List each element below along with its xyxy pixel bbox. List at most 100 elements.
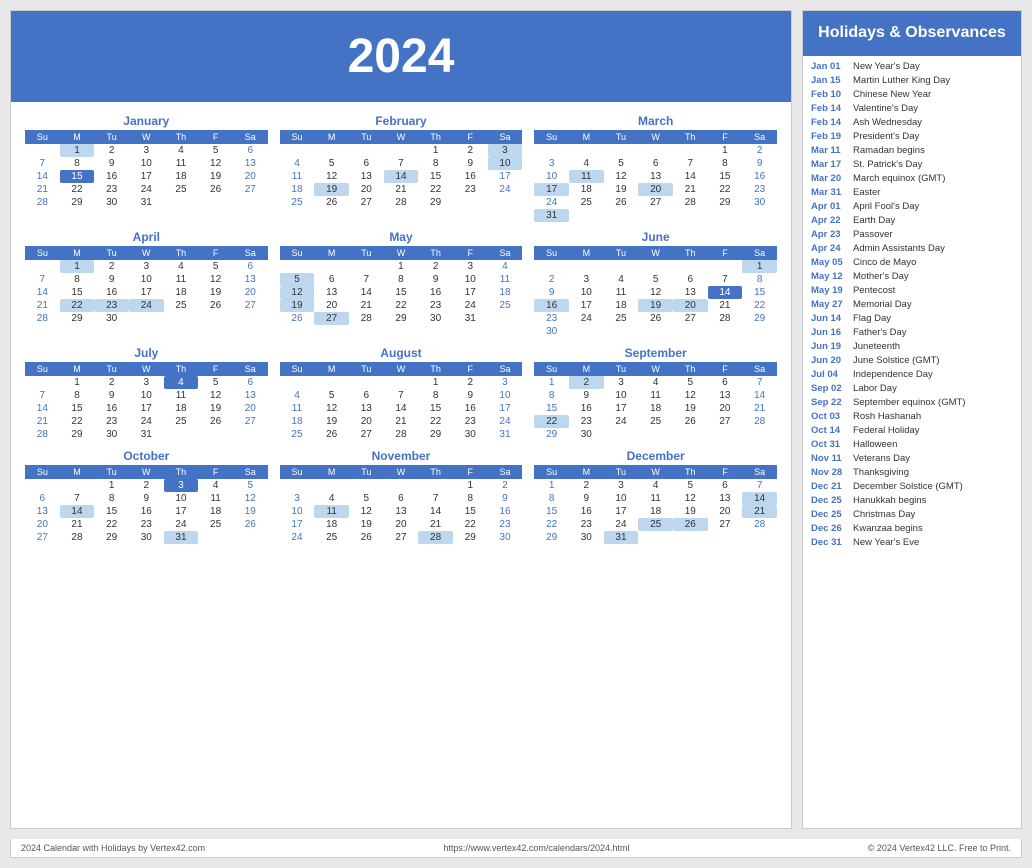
calendar-day: 5 [314, 157, 349, 170]
calendar-table: SuMTuWThFSa12345678910111213141516171819… [534, 465, 777, 544]
weekday-header: Th [418, 130, 453, 144]
calendar-day: 9 [488, 492, 523, 505]
weekday-header: Th [418, 465, 453, 479]
calendar-day: 17 [453, 286, 488, 299]
calendar-day: 28 [742, 415, 777, 428]
calendar-day: 13 [233, 273, 268, 286]
calendar-day: 25 [604, 312, 639, 325]
calendar-day: 11 [604, 286, 639, 299]
weekday-header: Su [25, 362, 60, 376]
calendar-day [638, 144, 673, 157]
calendar-day: 13 [233, 389, 268, 402]
calendar-day: 9 [94, 157, 129, 170]
calendar-day: 31 [129, 196, 164, 209]
calendar-day: 2 [569, 376, 604, 389]
calendar-day: 6 [349, 389, 384, 402]
calendar-day: 23 [453, 415, 488, 428]
holiday-date: Dec 25 [811, 495, 849, 506]
holiday-name: Flag Day [853, 313, 891, 324]
month-june: JuneSuMTuWThFSa1234567891011121314151617… [528, 226, 783, 342]
holiday-item: Feb 19President's Day [811, 130, 1013, 144]
calendar-day: 3 [569, 273, 604, 286]
weekday-header: F [708, 246, 743, 260]
calendar-day: 28 [708, 312, 743, 325]
calendar-day: 16 [94, 170, 129, 183]
calendar-day: 14 [742, 389, 777, 402]
calendar-day: 17 [534, 183, 569, 196]
calendar-day: 4 [164, 144, 199, 157]
calendar-day: 25 [164, 415, 199, 428]
weekday-header: Sa [742, 362, 777, 376]
weekday-header: Th [418, 362, 453, 376]
calendar-day: 19 [198, 402, 233, 415]
calendar-day: 28 [60, 531, 95, 544]
holiday-item: Dec 26Kwanzaa begins [811, 522, 1013, 536]
holiday-date: Mar 17 [811, 159, 849, 170]
holiday-date: Apr 23 [811, 229, 849, 240]
calendar-day: 30 [94, 428, 129, 441]
calendar-day: 16 [534, 299, 569, 312]
holiday-date: Oct 03 [811, 411, 849, 422]
month-title: August [280, 346, 523, 360]
calendar-day: 12 [314, 402, 349, 415]
weekday-header: W [129, 465, 164, 479]
calendar-day: 17 [604, 505, 639, 518]
holiday-date: Oct 14 [811, 425, 849, 436]
calendar-day: 19 [198, 170, 233, 183]
holiday-item: Apr 22Earth Day [811, 214, 1013, 228]
calendar-day: 26 [673, 415, 708, 428]
month-december: DecemberSuMTuWThFSa123456789101112131415… [528, 445, 783, 548]
calendar-day: 15 [708, 170, 743, 183]
calendar-day: 2 [94, 376, 129, 389]
holiday-item: Jun 16Father's Day [811, 326, 1013, 340]
calendar-day: 18 [314, 518, 349, 531]
calendar-table: SuMTuWThFSa12345678910111213141516171819… [25, 465, 268, 544]
calendar-day: 31 [164, 531, 199, 544]
holiday-date: Nov 11 [811, 453, 849, 464]
footer: 2024 Calendar with Holidays by Vertex42.… [10, 839, 1022, 858]
holiday-item: Mar 17St. Patrick's Day [811, 158, 1013, 172]
calendar-day [164, 428, 199, 441]
holiday-date: Dec 31 [811, 537, 849, 548]
holiday-name: Christmas Day [853, 509, 915, 520]
weekday-header: W [638, 465, 673, 479]
calendar-day: 25 [569, 196, 604, 209]
calendar-table: SuMTuWThFSa12345678910111213141516171819… [280, 246, 523, 325]
holiday-date: Jun 19 [811, 341, 849, 352]
calendar-day: 22 [384, 299, 419, 312]
calendar-day [708, 325, 743, 338]
calendar-day: 2 [453, 376, 488, 389]
weekday-header: M [60, 130, 95, 144]
weekday-header: Su [280, 465, 315, 479]
holiday-date: Jan 01 [811, 61, 849, 72]
calendar-day: 27 [349, 428, 384, 441]
calendar-day: 19 [349, 518, 384, 531]
weekday-header: W [638, 362, 673, 376]
calendar-day: 6 [233, 260, 268, 273]
calendar-day: 9 [453, 389, 488, 402]
weekday-header: W [638, 246, 673, 260]
calendar-day: 20 [349, 415, 384, 428]
calendar-day: 18 [604, 299, 639, 312]
weekday-header: Tu [604, 130, 639, 144]
calendar-day [604, 209, 639, 222]
calendar-day: 6 [673, 273, 708, 286]
holiday-date: May 19 [811, 285, 849, 296]
calendar-day: 25 [488, 299, 523, 312]
month-title: January [25, 114, 268, 128]
holiday-name: Thanksgiving [853, 467, 909, 478]
calendar-day [569, 209, 604, 222]
holiday-date: Mar 11 [811, 145, 849, 156]
calendar-day [233, 428, 268, 441]
calendar-day: 6 [233, 376, 268, 389]
holiday-item: Sep 22September equinox (GMT) [811, 396, 1013, 410]
calendar-day: 13 [673, 286, 708, 299]
calendar-day: 8 [94, 492, 129, 505]
holiday-name: Admin Assistants Day [853, 243, 945, 254]
calendar-day: 9 [94, 389, 129, 402]
month-title: September [534, 346, 777, 360]
calendar-day: 30 [418, 312, 453, 325]
weekday-header: Tu [94, 130, 129, 144]
calendar-day [742, 209, 777, 222]
calendar-day: 24 [164, 518, 199, 531]
